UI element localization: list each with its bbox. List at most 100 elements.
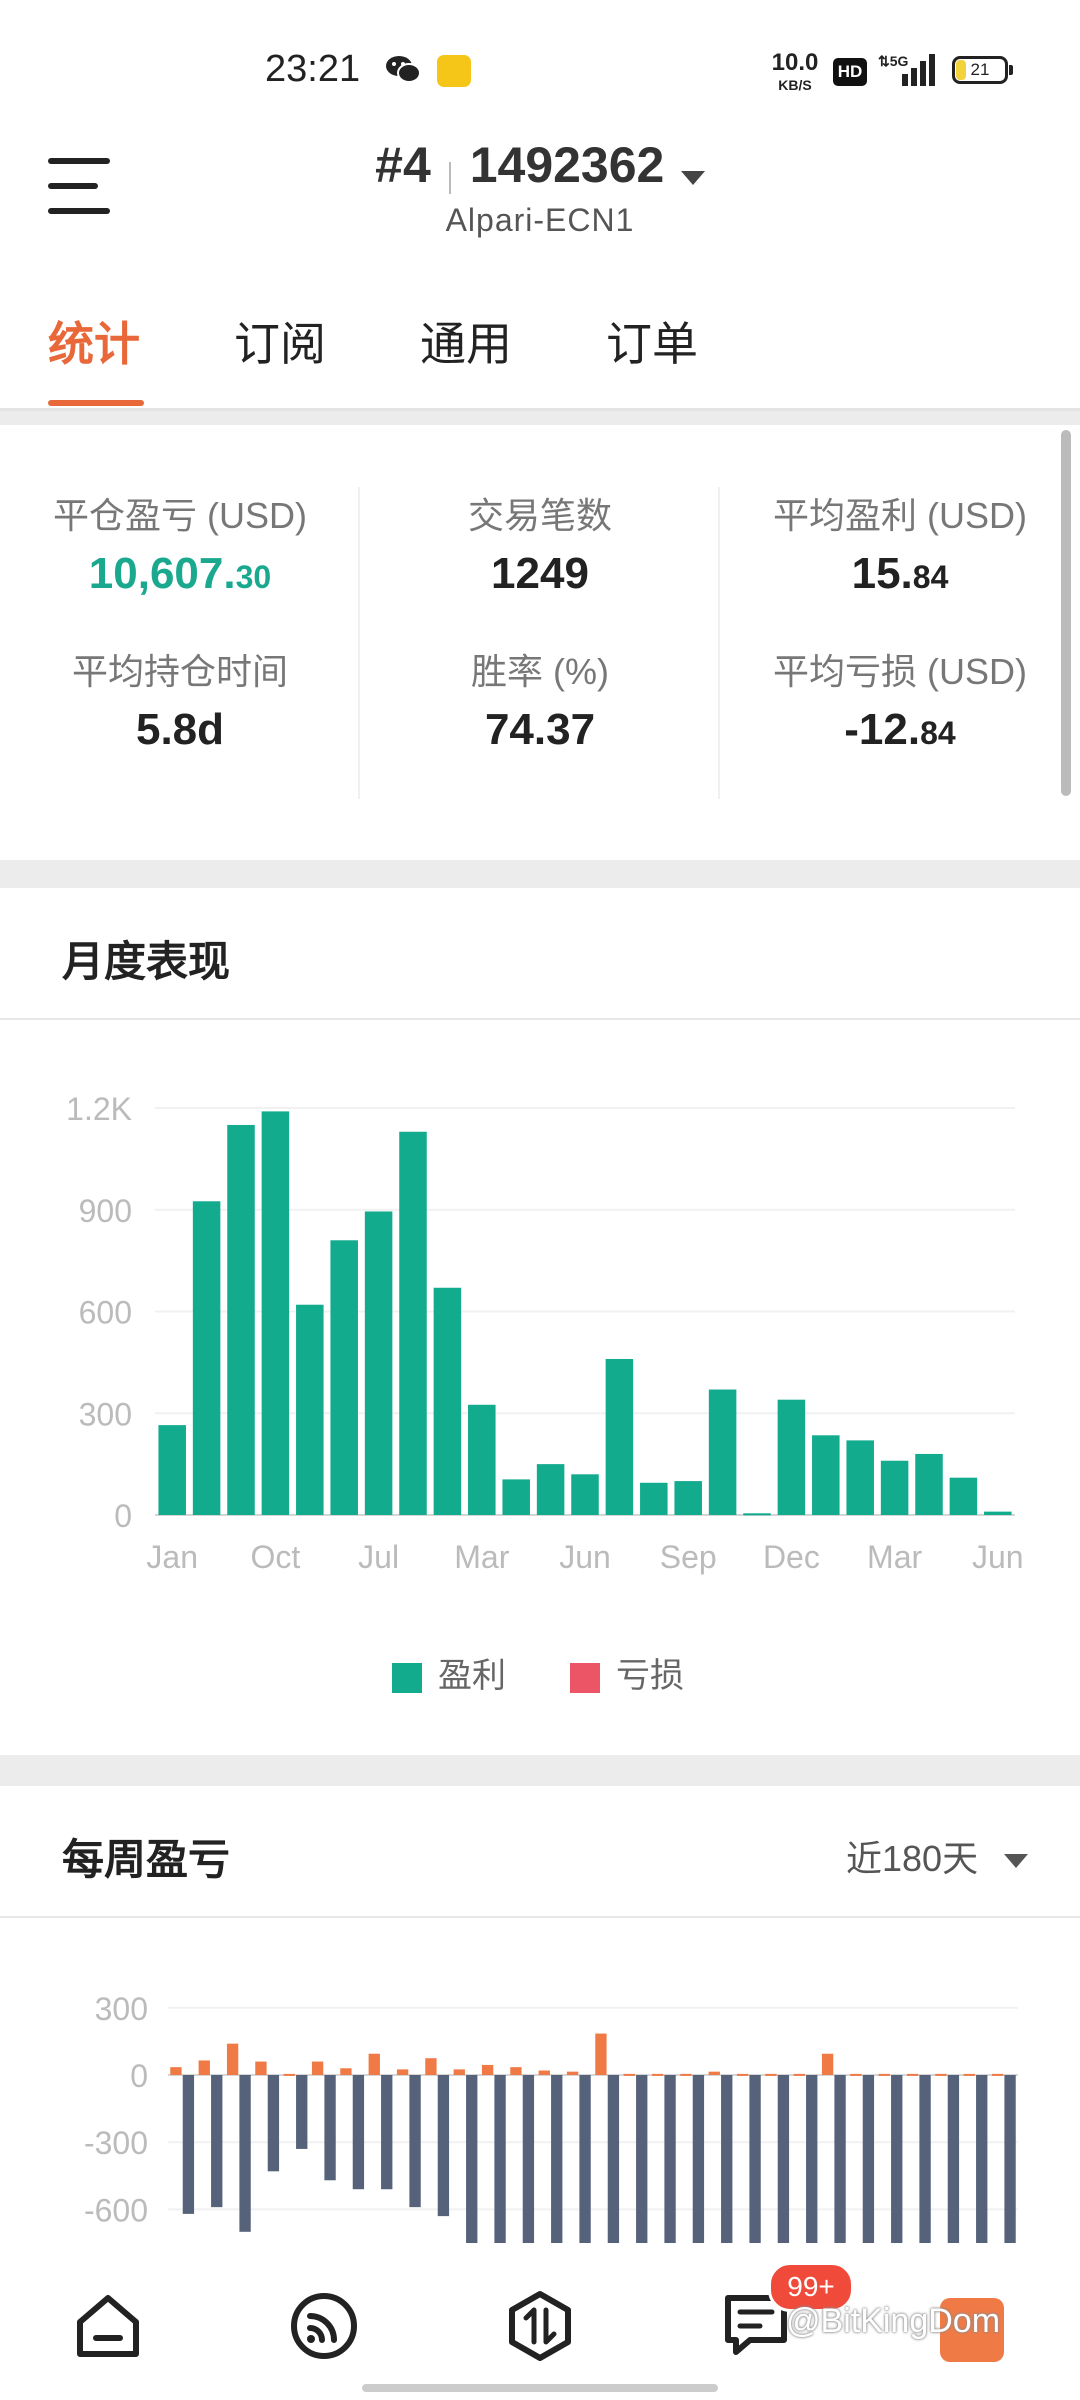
weekly-loss-bar (891, 2075, 903, 2243)
weekly-loss-bar (636, 2075, 648, 2243)
weekly-loss-bar (182, 2075, 195, 2214)
weekly-loss-bar (749, 2075, 761, 2243)
weekly-profit-bar (170, 2067, 182, 2075)
profit-bar (158, 1425, 186, 1515)
profit-bar (571, 1474, 599, 1515)
weekly-profit-bar (623, 2073, 635, 2076)
weekly-loss-bar (692, 2075, 705, 2243)
weekly-card-header: 每周盈亏 近180天 (0, 1786, 1080, 1918)
weekly-loss-bar (494, 2075, 506, 2243)
x-tick-label: Jul (358, 1539, 399, 1575)
profit-bar (261, 1111, 290, 1515)
weekly-profit-bar (906, 2073, 919, 2076)
tab-general[interactable]: 通用 (420, 308, 512, 374)
x-tick-label: Jun (972, 1539, 1024, 1575)
weekly-card-body: 300 0 -300 -600 (0, 1918, 1080, 2258)
weekly-profit-bar (708, 2071, 720, 2075)
divider (358, 487, 360, 799)
weekly-loss-bar (1004, 2075, 1016, 2243)
weekly-profit-bar (935, 2073, 947, 2076)
signal-5g-icon: ⇅5G (878, 53, 935, 86)
weekly-profit-bar (680, 2073, 692, 2076)
weekly-profit-bar (963, 2073, 975, 2076)
weekly-loss-bar (267, 2075, 280, 2172)
profit-bar (708, 1389, 737, 1515)
range-selector[interactable]: 近180天 (846, 1830, 1029, 1882)
y-tick-label: 0 (130, 2058, 148, 2094)
profit-bar (812, 1435, 840, 1515)
chevron-down-icon (680, 170, 705, 185)
account-selector[interactable]: #4 1492362 (0, 136, 1080, 194)
home-indicator[interactable] (362, 2384, 718, 2392)
profit-bar (605, 1358, 634, 1515)
stat-avg-hold-time: 平均持仓时间 5.8d (71, 651, 288, 754)
weekly-chart: 300 0 -300 -600 (84, 1991, 1018, 2243)
weekly-loss-bar (664, 2075, 676, 2243)
weekly-loss-bar (777, 2075, 790, 2243)
weekly-loss-bar (806, 2075, 818, 2243)
monthly-card-body: 0 300 600 900 1.2K Jan Oct Jul Mar Jun Sep Dec Mar Ju… (0, 1020, 1080, 1755)
server-name: Alpari-ECN1 (445, 202, 635, 238)
weekly-profit-bar (878, 2073, 890, 2076)
weekly-profit-bar (396, 2069, 409, 2075)
tab-statistics[interactable]: 统计 (48, 308, 140, 374)
x-tick-label: Sep (660, 1539, 717, 1575)
weekly-profit-bar (340, 2068, 352, 2075)
weekly-title: 每周盈亏 (62, 1836, 231, 1883)
profit-bar (468, 1404, 496, 1515)
clock: 23:21 (265, 48, 361, 90)
watermark: @BitKingDom (786, 2302, 1001, 2340)
account-slot: #4 (375, 137, 431, 193)
monthly-title: 月度表现 (62, 938, 231, 985)
profit-bar (640, 1482, 668, 1515)
weekly-loss-bar (239, 2075, 251, 2232)
legend-profit[interactable]: 盈利 (392, 1648, 506, 1697)
weekly-profit-bar (368, 2053, 380, 2075)
stat-avg-profit: 平均盈利 (USD) 15.84 (773, 495, 1027, 598)
weekly-profit-bar (226, 2043, 239, 2075)
weekly-loss-bar (976, 2075, 988, 2243)
weekly-loss-bar (324, 2075, 336, 2181)
weekly-profit-bar (793, 2073, 805, 2076)
y-tick-label: 300 (79, 1396, 132, 1432)
weekly-profit-bar (821, 2053, 834, 2075)
profit-bar (880, 1460, 909, 1515)
weekly-loss-bar (296, 2075, 308, 2149)
weekly-loss-bar (579, 2075, 591, 2243)
weekly-profit-bar (425, 2058, 437, 2075)
weekly-profit-bar (736, 2073, 749, 2076)
profit-bar (296, 1304, 324, 1515)
home-icon[interactable] (72, 2290, 144, 2362)
x-tick-label: Mar (454, 1539, 509, 1575)
profit-bar (227, 1124, 255, 1515)
x-tick-label: Jun (559, 1539, 611, 1575)
tab-orders[interactable]: 订单 (606, 308, 698, 374)
tab-bar: 统计 订阅 通用 订单 (0, 258, 1080, 411)
x-tick-label: Dec (763, 1539, 820, 1575)
monthly-chart: 0 300 600 900 1.2K Jan Oct Jul Mar Jun Sep Dec Mar Ju… (66, 1091, 1024, 1575)
active-tab-indicator (48, 400, 144, 406)
profit-swatch (392, 1663, 422, 1694)
profit-bar (674, 1481, 702, 1515)
app-header: #4 1492362 Alpari-ECN1 (0, 130, 1080, 258)
profit-bar (743, 1513, 771, 1516)
x-tick-label: Jan (146, 1539, 198, 1575)
tab-subscribe[interactable]: 订阅 (234, 308, 326, 374)
weekly-loss-bar (862, 2075, 875, 2243)
network-speed: 10.0 KB/S (771, 49, 819, 94)
scrollbar[interactable] (1061, 430, 1071, 796)
profit-bar (364, 1211, 393, 1515)
profit-bar (949, 1477, 978, 1515)
weekly-profit-bar (481, 2064, 494, 2075)
signals-icon[interactable] (288, 2290, 360, 2362)
notes-app-icon (437, 55, 471, 87)
weekly-loss-bar (947, 2075, 960, 2243)
weekly-loss-bar (919, 2075, 931, 2243)
legend-loss[interactable]: 亏损 (570, 1648, 684, 1697)
profit-bar (536, 1464, 565, 1515)
profit-bar (330, 1240, 358, 1515)
weekly-profit-bar (991, 2073, 1004, 2076)
weekly-profit-bar (651, 2073, 664, 2076)
trade-icon[interactable] (504, 2290, 576, 2362)
status-bar: 23:21 10.0 KB/S HD ⇅5G 21 (0, 0, 1080, 130)
